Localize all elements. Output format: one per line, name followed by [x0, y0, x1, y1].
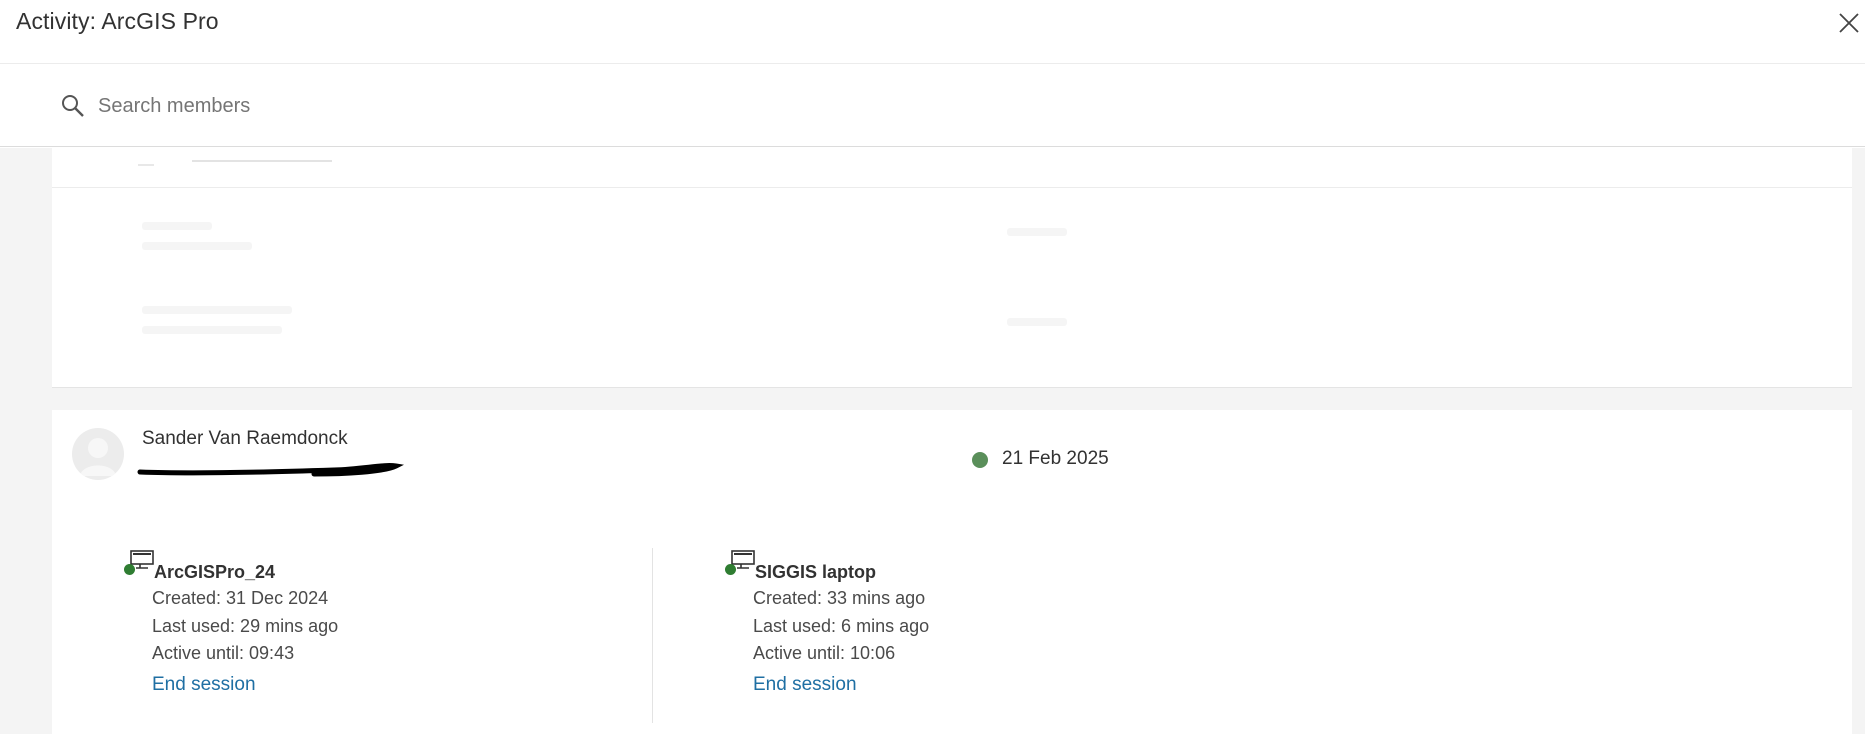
search-bar: [0, 65, 1865, 147]
faded-placeholder: [142, 306, 292, 314]
session-last-used: Last used: 6 mins ago: [753, 616, 930, 636]
faded-placeholder: [1007, 228, 1067, 236]
session-active-until: Active until: 09:43: [152, 643, 295, 663]
member-card: Sander Van Raemdonck 21 Feb 2025 ArcGISP…: [52, 410, 1852, 734]
faded-placeholder: [142, 242, 252, 250]
last-active-date: 21 Feb 2025: [1002, 448, 1109, 469]
session-divider: [652, 548, 653, 723]
session-online-indicator: [124, 564, 135, 575]
member-name: Sander Van Raemdonck: [142, 428, 348, 449]
avatar: [72, 428, 124, 480]
member-list[interactable]: Sander Van Raemdonck 21 Feb 2025 ArcGISP…: [0, 148, 1865, 734]
close-icon: [1839, 13, 1859, 33]
previous-member-row: [52, 148, 1852, 188]
faded-placeholder: [138, 154, 154, 166]
session-item: ArcGISPro_24 Created: 31 Dec 2024 Last u…: [124, 550, 484, 710]
faded-placeholder: [192, 148, 332, 162]
session-online-indicator: [725, 564, 736, 575]
end-session-link[interactable]: End session: [753, 674, 857, 696]
avatar-icon: [80, 438, 116, 476]
redaction-mark: [137, 463, 404, 477]
session-last-used: Last used: 29 mins ago: [152, 616, 339, 636]
search-input[interactable]: [98, 89, 1698, 123]
dialog-title: Activity: ArcGIS Pro: [16, 8, 219, 34]
session-created: Created: 31 Dec 2024: [152, 588, 329, 608]
session-created: Created: 33 mins ago: [753, 588, 926, 608]
faded-placeholder: [142, 222, 212, 230]
search-icon: [62, 95, 84, 117]
faded-sessions-block: [52, 188, 1852, 388]
dialog-header: Activity: ArcGIS Pro: [0, 0, 1865, 64]
session-device-name: SIGGIS laptop: [755, 562, 877, 582]
faded-placeholder: [142, 326, 282, 334]
end-session-link[interactable]: End session: [152, 674, 256, 696]
status-indicator: [972, 452, 988, 468]
session-item: SIGGIS laptop Created: 33 mins ago Last …: [725, 550, 1085, 710]
session-device-name: ArcGISPro_24: [154, 562, 276, 582]
faded-placeholder: [1007, 318, 1067, 326]
session-active-until: Active until: 10:06: [753, 643, 896, 663]
close-button[interactable]: [1836, 12, 1862, 38]
